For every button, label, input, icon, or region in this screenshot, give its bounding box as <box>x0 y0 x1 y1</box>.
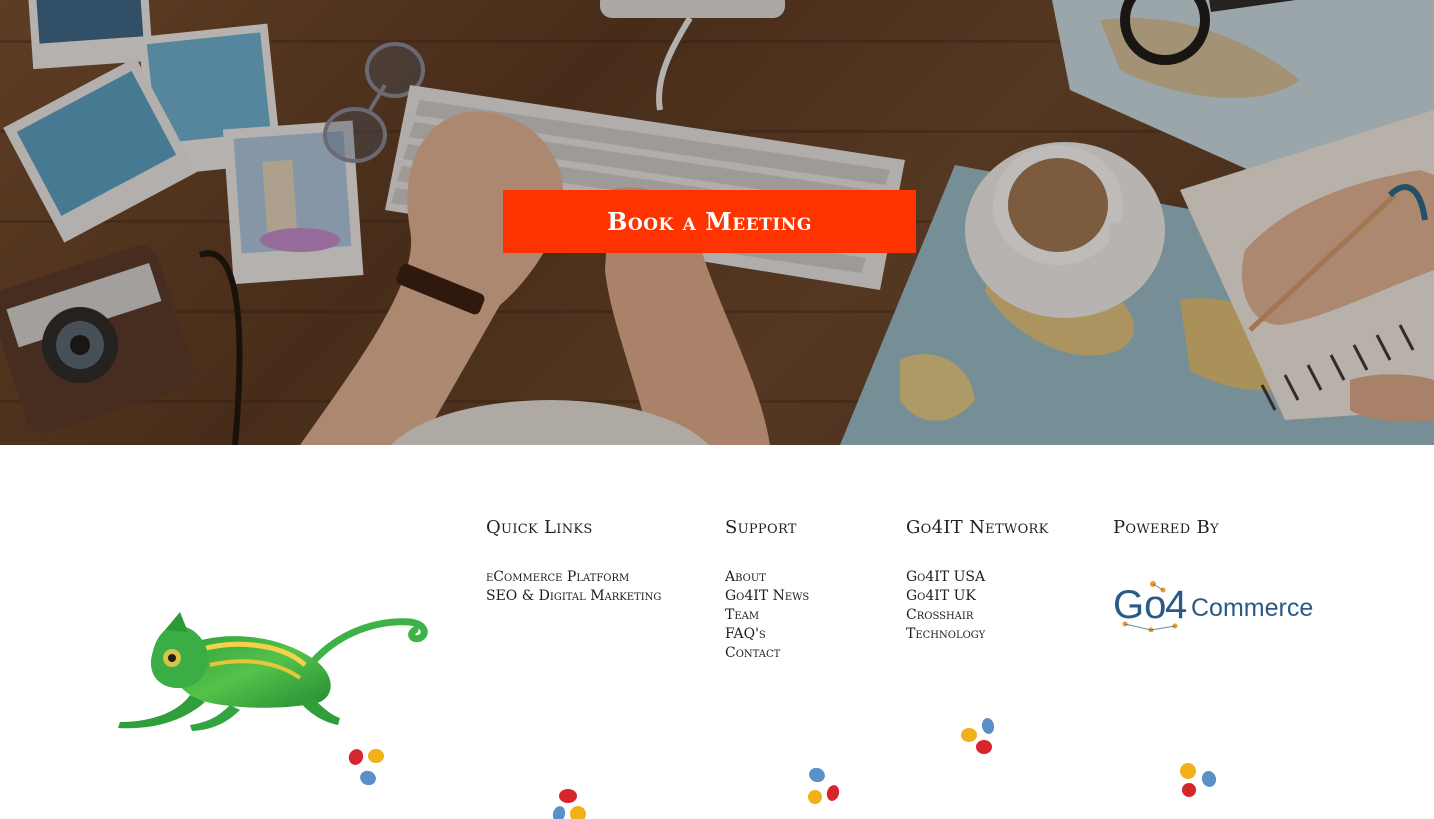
colored-dots-icon <box>961 718 995 754</box>
go4commerce-logo[interactable]: Go 4 Commerce <box>1113 578 1333 632</box>
network-heading: Go4IT Network <box>906 517 1049 538</box>
support-heading: Support <box>725 517 797 538</box>
quick-links-list: eCommerce Platform SEO & Digital Marketi… <box>486 568 661 606</box>
footer-link-ecommerce-platform[interactable]: eCommerce Platform <box>486 568 661 587</box>
footer-link-team[interactable]: Team <box>725 606 809 625</box>
footer-link-contact[interactable]: Contact <box>725 644 809 663</box>
support-list: About Go4IT News Team FAQ's Contact <box>725 568 809 663</box>
quick-links-heading: Quick Links <box>486 517 593 538</box>
footer-support: Support About Go4IT News Team FAQ's Cont… <box>725 517 809 663</box>
footer-link-crosshair[interactable]: Crosshair <box>906 606 1049 625</box>
logo-prefix: Go <box>1113 583 1166 627</box>
footer-link-faqs[interactable]: FAQ's <box>725 625 809 644</box>
chameleon-image <box>118 612 428 731</box>
footer-link-about[interactable]: About <box>725 568 809 587</box>
footer-link-seo-digital-marketing[interactable]: SEO & Digital Marketing <box>486 587 661 606</box>
footer-link-technology[interactable]: Technology <box>906 625 1049 644</box>
footer-link-news[interactable]: Go4IT News <box>725 587 809 606</box>
colored-dots-icon <box>348 749 384 786</box>
colored-dots-icon <box>1180 763 1217 797</box>
footer-link-go4it-uk[interactable]: Go4IT UK <box>906 587 1049 606</box>
logo-suffix: Commerce <box>1191 594 1313 622</box>
footer-quick-links: Quick Links eCommerce Platform SEO & Dig… <box>486 517 661 606</box>
colored-dots-icon <box>552 789 586 819</box>
logo-number: 4 <box>1165 583 1187 627</box>
hero-banner: Book a Meeting <box>0 0 1434 445</box>
footer-powered-by: Powered By <box>1113 517 1219 538</box>
network-list: Go4IT USA Go4IT UK Crosshair Technology <box>906 568 1049 644</box>
colored-dots-icon <box>808 767 840 804</box>
book-meeting-button[interactable]: Book a Meeting <box>503 190 916 253</box>
footer-link-go4it-usa[interactable]: Go4IT USA <box>906 568 1049 587</box>
powered-by-heading: Powered By <box>1113 517 1219 538</box>
footer: Quick Links eCommerce Platform SEO & Dig… <box>0 445 1434 819</box>
footer-network: Go4IT Network Go4IT USA Go4IT UK Crossha… <box>906 517 1049 644</box>
